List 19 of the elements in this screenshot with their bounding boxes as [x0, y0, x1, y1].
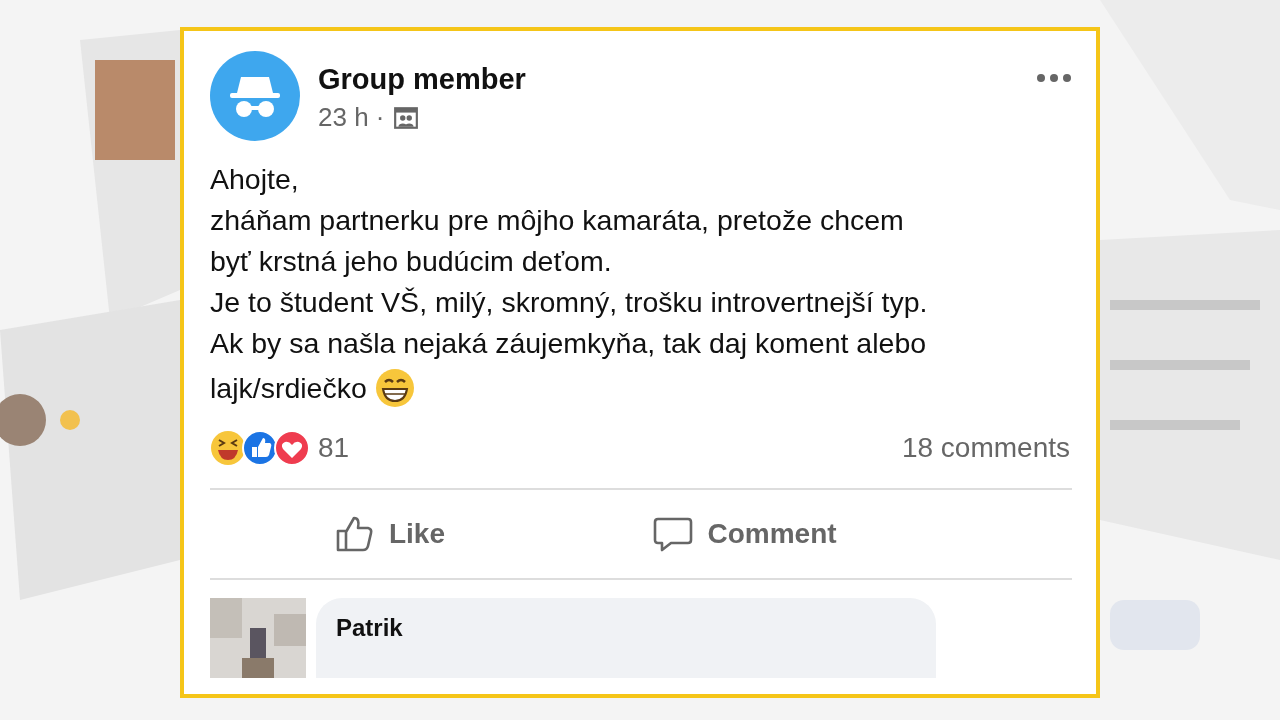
post-text: byť krstná jeho budúcim deťom.: [210, 245, 612, 278]
comments-count[interactable]: 18 comments: [901, 432, 1070, 464]
grinning-emoji-icon: [374, 368, 415, 408]
comment-button[interactable]: Comment: [570, 490, 920, 578]
post-text: lajk/srdiečko: [210, 371, 367, 405]
incognito-avatar-icon: [210, 51, 300, 141]
thumbs-up-icon: [335, 514, 375, 554]
post-time: 23 h ·: [318, 102, 385, 133]
like-button[interactable]: Like: [210, 490, 570, 578]
post-text: zháňam partnerku pre môjho kamaráta, pretože chcem: [210, 204, 904, 237]
commenter-name[interactable]: Patrik: [336, 614, 403, 641]
post-text: Je to študent VŠ, milý, skromný, trošku introvertnejší typ.: [210, 286, 928, 319]
more-options-icon[interactable]: [1036, 73, 1072, 83]
post-text: Ahojte,: [210, 163, 299, 196]
reactions-icon: [210, 430, 310, 466]
reaction-count[interactable]: 81: [318, 432, 902, 464]
group-icon: [392, 104, 419, 131]
post-text: Ak by sa našla nejaká záujemkyňa, tak daj koment alebo: [210, 327, 927, 360]
author-name[interactable]: Group member: [318, 63, 1018, 96]
